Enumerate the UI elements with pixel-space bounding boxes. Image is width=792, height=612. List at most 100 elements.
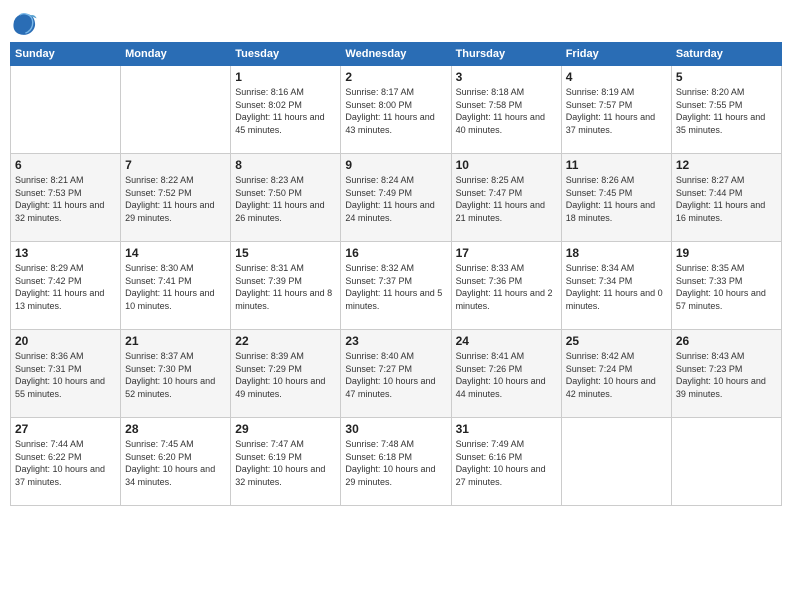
day-info: Sunrise: 8:36 AM Sunset: 7:31 PM Dayligh…	[15, 350, 116, 400]
day-number: 27	[15, 422, 116, 436]
day-info: Sunrise: 8:19 AM Sunset: 7:57 PM Dayligh…	[566, 86, 667, 136]
day-info: Sunrise: 8:42 AM Sunset: 7:24 PM Dayligh…	[566, 350, 667, 400]
calendar-cell: 18 Sunrise: 8:34 AM Sunset: 7:34 PM Dayli…	[561, 242, 671, 330]
calendar-cell: 21Sunrise: 8:37 AM Sunset: 7:30 PM Dayli…	[121, 330, 231, 418]
calendar-week: 13Sunrise: 8:29 AM Sunset: 7:42 PM Dayli…	[11, 242, 782, 330]
day-info: Sunrise: 8:18 AM Sunset: 7:58 PM Dayligh…	[456, 86, 557, 136]
day-info: Sunrise: 8:35 AM Sunset: 7:33 PM Dayligh…	[676, 262, 777, 312]
day-info: Sunrise: 8:32 AM Sunset: 7:37 PM Dayligh…	[345, 262, 446, 312]
day-number: 25	[566, 334, 667, 348]
calendar-cell: 4 Sunrise: 8:19 AM Sunset: 7:57 PM Daylig…	[561, 66, 671, 154]
calendar-cell: 14 Sunrise: 8:30 AM Sunset: 7:41 PM Dayli…	[121, 242, 231, 330]
day-info: Sunrise: 8:30 AM Sunset: 7:41 PM Dayligh…	[125, 262, 226, 312]
calendar-cell: 12 Sunrise: 8:27 AM Sunset: 7:44 PM Dayli…	[671, 154, 781, 242]
day-number: 17	[456, 246, 557, 260]
calendar-cell: 8 Sunrise: 8:23 AM Sunset: 7:50 PM Daylig…	[231, 154, 341, 242]
header	[10, 10, 782, 38]
dow-header: Sunday	[11, 43, 121, 66]
calendar-cell: 6 Sunrise: 8:21 AM Sunset: 7:53 PM Daylig…	[11, 154, 121, 242]
calendar-cell: 5Sunrise: 8:20 AM Sunset: 7:55 PM Daylig…	[671, 66, 781, 154]
day-number: 1	[235, 70, 336, 84]
calendar-cell	[561, 418, 671, 506]
calendar-cell: 16 Sunrise: 8:32 AM Sunset: 7:37 PM Dayli…	[341, 242, 451, 330]
calendar-week: 1Sunrise: 8:16 AM Sunset: 8:02 PM Daylig…	[11, 66, 782, 154]
calendar-cell: 24 Sunrise: 8:41 AM Sunset: 7:26 PM Dayli…	[451, 330, 561, 418]
day-number: 6	[15, 158, 116, 172]
calendar-cell: 2 Sunrise: 8:17 AM Sunset: 8:00 PM Daylig…	[341, 66, 451, 154]
day-info: Sunrise: 7:49 AM Sunset: 6:16 PM Dayligh…	[456, 438, 557, 488]
day-info: Sunrise: 7:48 AM Sunset: 6:18 PM Dayligh…	[345, 438, 446, 488]
day-info: Sunrise: 8:27 AM Sunset: 7:44 PM Dayligh…	[676, 174, 777, 224]
dow-header: Tuesday	[231, 43, 341, 66]
day-info: Sunrise: 8:29 AM Sunset: 7:42 PM Dayligh…	[15, 262, 116, 312]
dow-header: Monday	[121, 43, 231, 66]
day-info: Sunrise: 8:25 AM Sunset: 7:47 PM Dayligh…	[456, 174, 557, 224]
day-info: Sunrise: 7:47 AM Sunset: 6:19 PM Dayligh…	[235, 438, 336, 488]
day-number: 12	[676, 158, 777, 172]
day-number: 20	[15, 334, 116, 348]
day-info: Sunrise: 8:26 AM Sunset: 7:45 PM Dayligh…	[566, 174, 667, 224]
day-info: Sunrise: 8:21 AM Sunset: 7:53 PM Dayligh…	[15, 174, 116, 224]
calendar-cell: 22 Sunrise: 8:39 AM Sunset: 7:29 PM Dayli…	[231, 330, 341, 418]
calendar-cell: 10 Sunrise: 8:25 AM Sunset: 7:47 PM Dayli…	[451, 154, 561, 242]
dow-header: Friday	[561, 43, 671, 66]
day-number: 3	[456, 70, 557, 84]
day-info: Sunrise: 8:23 AM Sunset: 7:50 PM Dayligh…	[235, 174, 336, 224]
day-info: Sunrise: 8:17 AM Sunset: 8:00 PM Dayligh…	[345, 86, 446, 136]
calendar-cell	[11, 66, 121, 154]
day-info: Sunrise: 8:20 AM Sunset: 7:55 PM Dayligh…	[676, 86, 777, 136]
day-info: Sunrise: 8:43 AM Sunset: 7:23 PM Dayligh…	[676, 350, 777, 400]
day-info: Sunrise: 8:40 AM Sunset: 7:27 PM Dayligh…	[345, 350, 446, 400]
day-number: 21	[125, 334, 226, 348]
calendar-cell: 17 Sunrise: 8:33 AM Sunset: 7:36 PM Dayli…	[451, 242, 561, 330]
calendar-cell: 31 Sunrise: 7:49 AM Sunset: 6:16 PM Dayli…	[451, 418, 561, 506]
day-number: 26	[676, 334, 777, 348]
calendar-cell: 19 Sunrise: 8:35 AM Sunset: 7:33 PM Dayli…	[671, 242, 781, 330]
day-number: 24	[456, 334, 557, 348]
calendar-cell: 20 Sunrise: 8:36 AM Sunset: 7:31 PM Dayli…	[11, 330, 121, 418]
day-number: 31	[456, 422, 557, 436]
dow-header: Thursday	[451, 43, 561, 66]
day-info: Sunrise: 8:24 AM Sunset: 7:49 PM Dayligh…	[345, 174, 446, 224]
calendar-cell: 3 Sunrise: 8:18 AM Sunset: 7:58 PM Daylig…	[451, 66, 561, 154]
day-number: 9	[345, 158, 446, 172]
day-info: Sunrise: 8:41 AM Sunset: 7:26 PM Dayligh…	[456, 350, 557, 400]
day-number: 2	[345, 70, 446, 84]
logo	[10, 10, 42, 38]
calendar-table: SundayMondayTuesdayWednesdayThursdayFrid…	[10, 42, 782, 506]
day-info: Sunrise: 8:33 AM Sunset: 7:36 PM Dayligh…	[456, 262, 557, 312]
day-info: Sunrise: 8:34 AM Sunset: 7:34 PM Dayligh…	[566, 262, 667, 312]
day-number: 23	[345, 334, 446, 348]
day-number: 4	[566, 70, 667, 84]
day-number: 30	[345, 422, 446, 436]
calendar-cell: 29 Sunrise: 7:47 AM Sunset: 6:19 PM Dayli…	[231, 418, 341, 506]
day-info: Sunrise: 8:39 AM Sunset: 7:29 PM Dayligh…	[235, 350, 336, 400]
calendar-cell: 30 Sunrise: 7:48 AM Sunset: 6:18 PM Dayli…	[341, 418, 451, 506]
day-number: 14	[125, 246, 226, 260]
day-number: 16	[345, 246, 446, 260]
calendar-cell: 23 Sunrise: 8:40 AM Sunset: 7:27 PM Dayli…	[341, 330, 451, 418]
calendar-cell	[671, 418, 781, 506]
day-number: 19	[676, 246, 777, 260]
day-info: Sunrise: 8:22 AM Sunset: 7:52 PM Dayligh…	[125, 174, 226, 224]
day-number: 7	[125, 158, 226, 172]
day-number: 29	[235, 422, 336, 436]
day-number: 22	[235, 334, 336, 348]
calendar-cell: 27 Sunrise: 7:44 AM Sunset: 6:22 PM Dayli…	[11, 418, 121, 506]
calendar-week: 6 Sunrise: 8:21 AM Sunset: 7:53 PM Daylig…	[11, 154, 782, 242]
day-info: Sunrise: 8:31 AM Sunset: 7:39 PM Dayligh…	[235, 262, 336, 312]
day-number: 28	[125, 422, 226, 436]
calendar-cell: 13Sunrise: 8:29 AM Sunset: 7:42 PM Dayli…	[11, 242, 121, 330]
day-number: 10	[456, 158, 557, 172]
day-info: Sunrise: 7:45 AM Sunset: 6:20 PM Dayligh…	[125, 438, 226, 488]
calendar-cell: 9 Sunrise: 8:24 AM Sunset: 7:49 PM Daylig…	[341, 154, 451, 242]
day-number: 18	[566, 246, 667, 260]
day-number: 15	[235, 246, 336, 260]
day-info: Sunrise: 7:44 AM Sunset: 6:22 PM Dayligh…	[15, 438, 116, 488]
day-number: 11	[566, 158, 667, 172]
dow-header: Wednesday	[341, 43, 451, 66]
day-number: 8	[235, 158, 336, 172]
calendar-cell: 11 Sunrise: 8:26 AM Sunset: 7:45 PM Dayli…	[561, 154, 671, 242]
calendar-cell: 15 Sunrise: 8:31 AM Sunset: 7:39 PM Dayli…	[231, 242, 341, 330]
calendar-cell: 1Sunrise: 8:16 AM Sunset: 8:02 PM Daylig…	[231, 66, 341, 154]
